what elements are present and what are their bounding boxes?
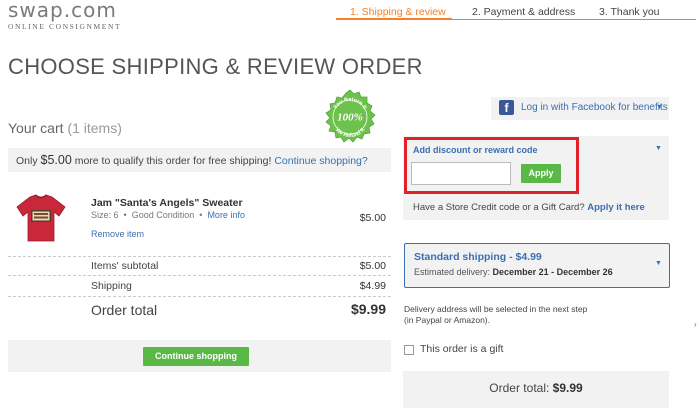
address-note-line-2: (in Paypal or Amazon). [404,315,490,325]
shipping-method-select[interactable] [404,243,670,288]
scroll-arrow-icon: › [694,320,697,329]
divider [8,256,391,257]
meta-separator: • [123,210,127,220]
cart-title: Your cart (1 items) [8,120,122,136]
shipping-value: $4.99 [359,280,386,292]
banner-text-pre: Only [16,155,38,167]
address-note-line-1: Delivery address will be selected in the… [404,304,588,314]
page-title: CHOOSE SHIPPING & REVIEW ORDER [8,54,423,79]
continue-shopping-link[interactable]: Continue shopping? [274,155,367,167]
apply-it-here-link[interactable]: Apply it here [587,202,645,213]
gift-checkbox[interactable] [404,345,414,355]
step-progress-active [336,18,452,20]
chevron-down-icon[interactable]: ▼ [655,145,662,152]
checkout-steps: 1. Shipping & review 2. Payment & addres… [336,0,696,20]
product-meta: Size: 6 • Good Condition • More info [91,210,245,220]
sidebar-total-value: $9.99 [552,381,583,395]
cart-item-count: (1 items) [67,120,122,136]
order-total-value: $9.99 [350,301,386,317]
product-image[interactable] [14,193,68,243]
gift-label[interactable]: This order is a gift [420,343,503,355]
shipping-option-name: Standard shipping - $4.99 [414,251,542,263]
product-condition: Good Condition [131,210,195,220]
delivery-label: Estimated delivery: [414,267,491,277]
chevron-down-icon[interactable]: ▼ [656,104,663,111]
store-credit-text: Have a Store Credit code or a Gift Card?… [413,202,645,213]
facebook-login-label: Log in with Facebook for benefits [521,102,668,113]
subtotal-value: $5.00 [359,260,386,272]
highlight-box [404,137,579,194]
facebook-login-button[interactable]: Log in with Facebook for benefits [491,97,669,120]
cart-title-label: Your cart [8,120,64,136]
divider [8,296,391,297]
product-name[interactable]: Jam "Santa's Angels" Sweater [91,197,243,209]
step-payment-address: 2. Payment & address [472,6,576,18]
store-credit-question: Have a Store Credit code or a Gift Card? [413,202,585,213]
product-price: $5.00 [359,212,386,224]
sidebar-order-total: Order total: $9.99 [403,381,669,395]
chevron-down-icon[interactable]: ▼ [655,260,662,267]
subtotal-label: Items' subtotal [91,260,159,272]
free-shipping-banner: Only $5.00 more to qualify this order fo… [8,148,391,172]
order-total-label: Order total [91,302,158,318]
banner-text-post: more to qualify this order for free ship… [74,155,272,167]
estimated-delivery: Estimated delivery: December 21 - Decemb… [414,267,613,277]
facebook-icon: f [499,100,514,115]
continue-shopping-button[interactable]: Continue shopping [143,347,249,366]
satisfaction-guarantee-badge: You Return It 100% We Refund It [325,89,376,143]
step-shipping-review: 1. Shipping & review [350,6,446,18]
sidebar-total-label: Order total: [489,381,550,395]
step-thank-you: 3. Thank you [599,6,660,18]
delivery-address-note: Delivery address will be selected in the… [404,304,674,326]
swap-logo[interactable]: swap.com ONLINE CONSIGNMENT [8,0,121,31]
shipping-label: Shipping [91,280,132,292]
more-info-link[interactable]: More info [207,210,245,220]
step-progress-rest [452,19,696,20]
remove-item-link[interactable]: Remove item [91,229,144,239]
product-size: Size: 6 [91,210,119,220]
badge-percent: 100% [337,112,363,124]
divider [8,275,391,276]
meta-separator: • [199,210,203,220]
banner-amount: $5.00 [40,153,72,167]
delivery-dates: December 21 - December 26 [492,267,613,277]
logo-tagline: ONLINE CONSIGNMENT [8,22,122,31]
logo-wordmark: swap.com [8,0,117,22]
